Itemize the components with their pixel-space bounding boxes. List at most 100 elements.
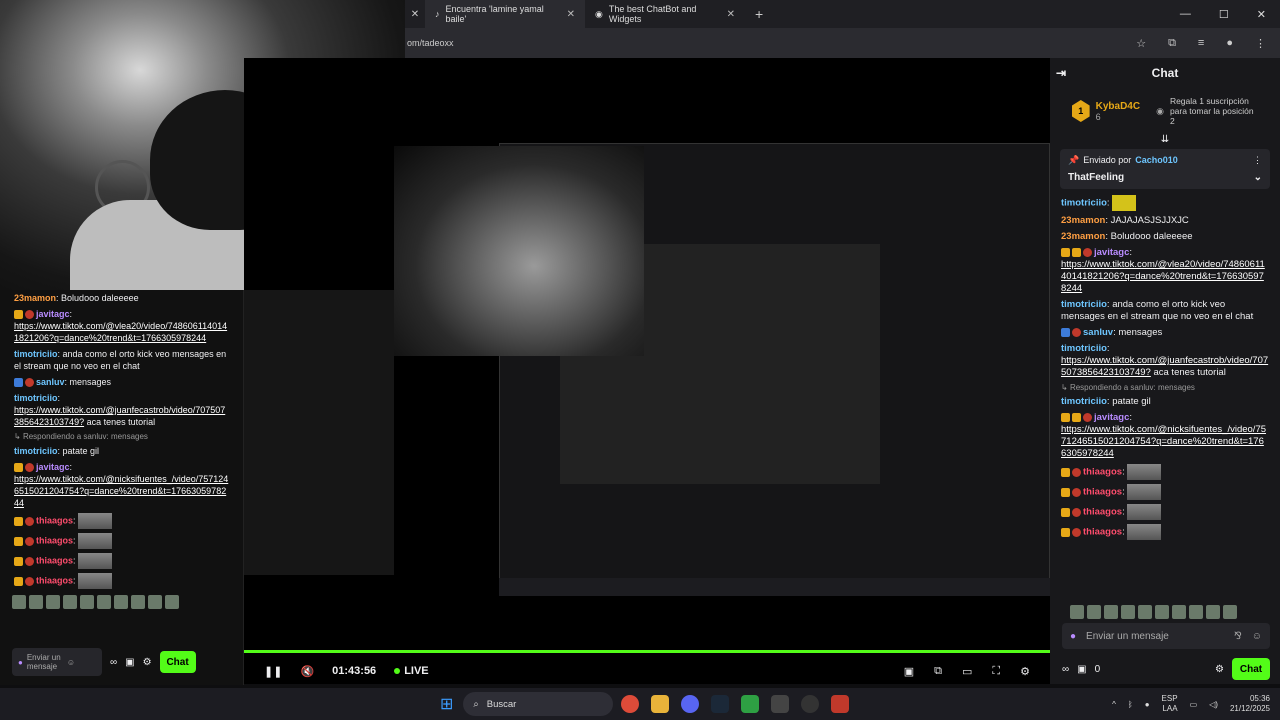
emote-picker-icon[interactable]: ☺ [1252, 631, 1262, 642]
emote-icon[interactable] [1104, 605, 1118, 619]
stream-video[interactable]: ❚❚ 🔇 01:43:56 LIVE ▣ ⧉ ▭ ⛶ ⚙ [244, 58, 1050, 684]
emote-icon[interactable] [46, 595, 60, 609]
volume-icon[interactable]: ◁) [1209, 700, 1218, 709]
obs-icon[interactable] [801, 695, 820, 713]
command-icon[interactable]: ⅋ [1234, 631, 1242, 642]
emote-icon[interactable] [1087, 605, 1101, 619]
emote-icon[interactable] [1121, 605, 1135, 619]
username[interactable]: sanluv [36, 377, 65, 387]
points-icon[interactable]: ∞ [1062, 664, 1069, 675]
xbox-icon[interactable] [741, 695, 760, 713]
emote-icon[interactable] [80, 595, 94, 609]
live-badge[interactable]: LIVE [394, 665, 429, 677]
message-link[interactable]: https://www.tiktok.com/@nicksifuentes_/v… [14, 474, 228, 508]
progress-bar[interactable] [244, 650, 1050, 653]
username[interactable]: 23mamon [14, 293, 56, 303]
username[interactable]: thiaagos [1083, 467, 1122, 478]
username[interactable]: thiaagos [36, 515, 73, 525]
menu-icon[interactable]: ⋮ [1255, 37, 1266, 50]
mic-icon[interactable]: ● [18, 658, 23, 667]
chat-send-button[interactable]: Chat [159, 651, 196, 673]
clip-icon[interactable]: ⧉ [934, 665, 942, 678]
network-icon[interactable]: ▭ [1190, 700, 1198, 709]
username[interactable]: timotriciio [14, 393, 58, 403]
emote-icon[interactable] [1189, 605, 1203, 619]
emote-icon[interactable] [1172, 605, 1186, 619]
username[interactable]: thiaagos [1083, 487, 1122, 498]
username[interactable]: thiaagos [36, 555, 73, 565]
emote-icon[interactable] [97, 595, 111, 609]
chevron-up-icon[interactable]: ^ [1112, 700, 1116, 709]
emote-icon[interactable] [63, 595, 77, 609]
settings-icon[interactable]: ⚙ [1215, 664, 1224, 675]
username[interactable]: javitagc [36, 462, 70, 472]
collapse-icon[interactable]: ⇥ [1056, 66, 1066, 80]
fullscreen-icon[interactable]: ⛶ [992, 665, 1000, 678]
store-icon[interactable] [771, 695, 790, 713]
top-sub-user[interactable]: KybaD4C [1096, 101, 1140, 112]
username[interactable]: thiaagos [36, 575, 73, 585]
pause-icon[interactable]: ❚❚ [264, 665, 282, 678]
username[interactable]: javitagc [1094, 247, 1129, 258]
maximize-icon[interactable]: ☐ [1219, 8, 1229, 21]
emote-icon[interactable] [1223, 605, 1237, 619]
message-input[interactable]: ● Enviar un mensaje ⅋ ☺ [1062, 623, 1270, 649]
tab-chatbot[interactable]: ◉ The best ChatBot and Widgets ✕ [585, 0, 745, 28]
mic-icon[interactable]: ● [1070, 631, 1076, 642]
username[interactable]: thiaagos [1083, 507, 1122, 518]
message-input[interactable]: ● Enviar un mensaje ☺ [12, 648, 102, 676]
gift-cta[interactable]: Regala 1 suscripción para tomar la posic… [1170, 96, 1258, 126]
taskbar-search[interactable]: ⌕ Buscar [463, 692, 614, 716]
settings-icon[interactable]: ⚙ [143, 657, 152, 668]
username[interactable]: timotriciio [1061, 299, 1107, 310]
emote-icon[interactable] [1138, 605, 1152, 619]
bluetooth-icon[interactable]: ᛒ [1128, 700, 1133, 709]
username[interactable]: 23mamon [1061, 231, 1105, 242]
close-tab-icon[interactable]: ✕ [727, 9, 735, 20]
close-icon[interactable]: ✕ [405, 9, 425, 20]
language-indicator[interactable]: ESP LAA [1162, 694, 1178, 714]
window-close-icon[interactable]: ✕ [1257, 8, 1266, 21]
username[interactable]: javitagc [1094, 412, 1129, 423]
new-tab-icon[interactable]: + [755, 6, 763, 22]
emote-icon[interactable] [148, 595, 162, 609]
username[interactable]: sanluv [1083, 327, 1113, 338]
emote-icon[interactable] [1155, 605, 1169, 619]
emote-icon[interactable] [114, 595, 128, 609]
emote-icon[interactable] [165, 595, 179, 609]
profile-icon[interactable]: ● [1226, 37, 1233, 50]
more-icon[interactable]: ⋮ [1253, 155, 1262, 166]
message-link[interactable]: https://www.tiktok.com/@nicksifuentes_/v… [1061, 424, 1266, 459]
scroll-down-icon[interactable]: ⇊ [1050, 134, 1280, 145]
points-icon[interactable]: ∞ [110, 657, 117, 668]
message-link[interactable]: https://www.tiktok.com/@vlea20/video/748… [14, 321, 227, 343]
mic-icon[interactable]: ● [1145, 700, 1150, 709]
mute-icon[interactable]: 🔇 [300, 665, 314, 678]
emote-icon[interactable] [12, 595, 26, 609]
emote-icon[interactable] [1070, 605, 1084, 619]
tab-tiktok[interactable]: ♪ Encuentra 'lamine yamal baile' ✕ [425, 0, 585, 28]
emote-icon[interactable] [1206, 605, 1220, 619]
recorder-icon[interactable] [831, 695, 850, 713]
username[interactable]: thiaagos [36, 535, 73, 545]
chevron-down-icon[interactable]: ⌄ [1254, 172, 1262, 183]
pinned-message[interactable]: 📌 Enviado por Cacho010 ⋮ ThatFeeling ⌄ [1060, 149, 1270, 189]
username[interactable]: javitagc [36, 309, 70, 319]
emote-icon[interactable] [131, 595, 145, 609]
username[interactable]: timotriciio [14, 446, 58, 456]
minimize-icon[interactable]: — [1180, 8, 1191, 21]
username[interactable]: timotriciio [1061, 343, 1107, 354]
message-link[interactable]: https://www.tiktok.com/@vlea20/video/748… [1061, 259, 1265, 294]
url-text[interactable]: om/tadeoxx [407, 38, 454, 48]
steam-icon[interactable] [711, 695, 730, 713]
star-icon[interactable]: ☆ [1136, 37, 1146, 50]
username[interactable]: 23mamon [1061, 215, 1105, 226]
miniplayer-icon[interactable]: ▣ [904, 665, 914, 678]
file-explorer-icon[interactable] [651, 695, 670, 713]
chat-send-button[interactable]: Chat [1232, 658, 1270, 680]
gift-icon[interactable]: ▣ [125, 657, 134, 668]
media-icon[interactable]: ≡ [1198, 37, 1204, 50]
theater-icon[interactable]: ▭ [962, 665, 972, 678]
username[interactable]: timotriciio [1061, 198, 1107, 209]
discord-icon[interactable] [681, 695, 700, 713]
